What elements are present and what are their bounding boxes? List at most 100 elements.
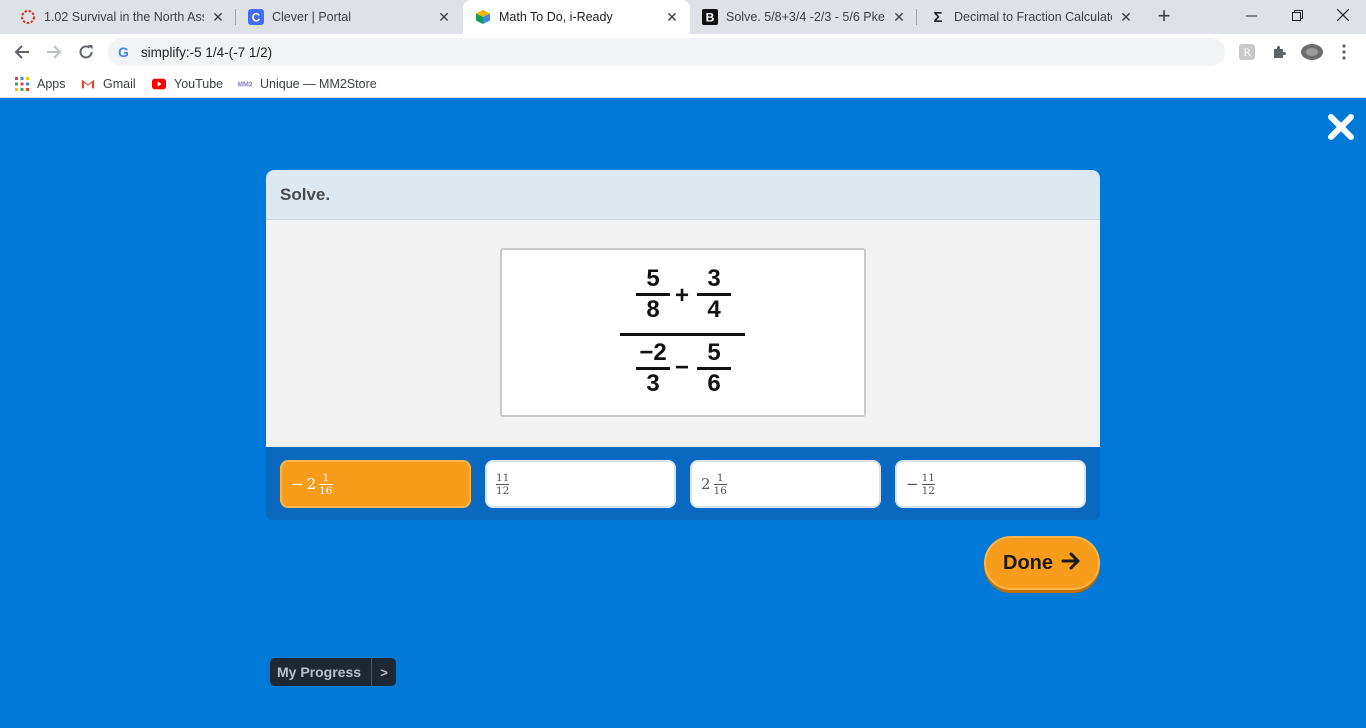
chevron-right-icon: > <box>371 658 396 686</box>
tab-clever[interactable]: C Clever | Portal ✕ <box>236 0 462 34</box>
complex-fraction-expression: 5 8 + 3 4 −2 3 − 5 6 <box>500 248 866 417</box>
answer-choices: − 2 1 16 11 12 2 1 16 − 11 12 <box>266 447 1100 520</box>
tab-decimal[interactable]: Σ Decimal to Fraction Calculator ✕ <box>918 0 1144 34</box>
question-header: Solve. <box>266 170 1100 220</box>
fraction: 1 16 <box>713 471 727 497</box>
answer-choice-3[interactable]: 2 1 16 <box>690 460 881 508</box>
sign: − <box>906 475 919 493</box>
bookmark-label: Apps <box>37 77 66 91</box>
numerator: 5 <box>707 339 721 366</box>
numerator: 1 <box>322 471 330 484</box>
plus-operator: + <box>675 282 690 309</box>
forward-arrow-icon[interactable] <box>40 38 68 66</box>
numerator: −2 <box>639 339 667 366</box>
clever-logo-icon: C <box>248 9 264 25</box>
answer-choice-1[interactable]: − 2 1 16 <box>280 460 471 508</box>
tab-close-icon[interactable]: ✕ <box>210 9 226 25</box>
answer-choice-4[interactable]: − 11 12 <box>895 460 1086 508</box>
tab-close-icon[interactable]: ✕ <box>664 9 680 25</box>
svg-text:MM2: MM2 <box>238 82 252 89</box>
fraction: 11 12 <box>921 471 935 497</box>
sign: − <box>291 475 304 493</box>
tab-close-icon[interactable]: ✕ <box>891 9 907 25</box>
restore-icon[interactable] <box>1274 0 1320 30</box>
fraction: 1 16 <box>319 471 333 497</box>
tab-title: Solve. 5/8+3/4 -2/3 - 5/6 Pkea <box>726 10 885 24</box>
address-bar[interactable]: G simplify:-5 1/4-(-7 1/2) <box>108 38 1225 66</box>
bookmark-mm2store[interactable]: MM2 Unique — MM2Store <box>238 76 377 92</box>
done-label: Done <box>1003 551 1053 574</box>
denominator: 3 <box>646 370 660 397</box>
brainly-icon: B <box>702 9 718 25</box>
question-card: Solve. 5 8 + 3 4 −2 3 − 5 6 − 2 1 16 11 … <box>266 170 1100 520</box>
mixed-number: − 11 12 <box>906 472 935 497</box>
bookmark-youtube[interactable]: YouTube <box>152 76 223 92</box>
my-progress-button[interactable]: My Progress > <box>270 658 397 686</box>
main-fraction-bar <box>620 333 745 336</box>
arrow-right-icon <box>1061 552 1081 575</box>
mixed-number: 2 1 16 <box>701 472 727 497</box>
circle-dots-icon <box>20 9 36 25</box>
google-g-icon: G <box>118 44 129 60</box>
iready-cube-icon <box>475 9 491 25</box>
fraction-bottom-left: −2 3 <box>636 339 670 398</box>
tab-separator <box>916 9 917 25</box>
minimize-icon[interactable] <box>1228 0 1274 30</box>
tab-title: Decimal to Fraction Calculator <box>954 10 1112 24</box>
back-arrow-icon[interactable] <box>8 38 36 66</box>
denominator: 16 <box>319 484 333 497</box>
fraction-top-right: 3 4 <box>697 265 731 324</box>
close-lesson-icon[interactable] <box>1326 112 1356 142</box>
denominator: 4 <box>707 296 721 323</box>
tab-close-icon[interactable]: ✕ <box>1118 9 1134 25</box>
profile-avatar[interactable] <box>1300 43 1324 61</box>
tab-survival[interactable]: 1.02 Survival in the North Asse ✕ <box>8 0 236 34</box>
sigma-icon: Σ <box>933 8 943 26</box>
tab-brainly[interactable]: B Solve. 5/8+3/4 -2/3 - 5/6 Pkea ✕ <box>690 0 917 34</box>
numerator: 11 <box>921 471 935 484</box>
bookmark-label: Gmail <box>103 77 136 91</box>
gmail-icon <box>81 77 95 91</box>
denominator: 12 <box>921 484 935 497</box>
answer-choice-2[interactable]: 11 12 <box>485 460 676 508</box>
svg-text:C: C <box>252 11 261 25</box>
tab-iready[interactable]: Math To Do, i-Ready ✕ <box>463 0 690 34</box>
question-prompt: Solve. <box>280 185 331 204</box>
menu-dots-icon[interactable] <box>1335 43 1353 61</box>
bookmark-label: YouTube <box>174 77 224 91</box>
mm2store-icon: MM2 <box>238 77 252 91</box>
puzzle-extensions-icon[interactable] <box>1270 43 1288 61</box>
bookmark-label: Unique — MM2Store <box>260 77 377 91</box>
denominator: 12 <box>496 484 510 497</box>
browser-toolbar: G simplify:-5 1/4-(-7 1/2) R <box>0 34 1366 70</box>
tab-close-icon[interactable]: ✕ <box>436 9 452 25</box>
denominator: 8 <box>646 296 660 323</box>
extension-icon[interactable]: R <box>1238 43 1256 61</box>
denominator: 6 <box>707 370 721 397</box>
fraction-top-left: 5 8 <box>636 265 670 324</box>
svg-text:R: R <box>1243 48 1251 59</box>
done-button[interactable]: Done <box>984 536 1100 590</box>
numerator: 11 <box>496 471 510 484</box>
question-body: 5 8 + 3 4 −2 3 − 5 6 <box>266 220 1100 447</box>
mixed-number: − 2 1 16 <box>291 472 333 497</box>
address-text: simplify:-5 1/4-(-7 1/2) <box>140 44 273 60</box>
bookmark-gmail[interactable]: Gmail <box>81 76 136 92</box>
reload-icon[interactable] <box>72 38 100 66</box>
window-close-icon[interactable] <box>1320 0 1366 30</box>
bookmark-apps[interactable]: Apps <box>15 76 66 92</box>
whole-part: 2 <box>701 475 711 493</box>
apps-grid-icon <box>15 77 29 91</box>
bookmarks-bar: Apps Gmail YouTube MM2 Unique — MM2Store <box>0 70 1366 98</box>
youtube-icon <box>152 77 166 91</box>
numerator: 1 <box>716 471 724 484</box>
denominator: 16 <box>713 484 727 497</box>
svg-text:B: B <box>706 11 715 25</box>
tab-title: Clever | Portal <box>272 10 351 24</box>
numerator: 3 <box>707 265 721 292</box>
whole-part: 2 <box>306 475 317 493</box>
numerator: 5 <box>646 265 660 292</box>
fraction-bottom-right: 5 6 <box>697 339 731 398</box>
new-tab-icon[interactable]: + <box>1152 5 1176 29</box>
mixed-number: 11 12 <box>496 471 510 497</box>
